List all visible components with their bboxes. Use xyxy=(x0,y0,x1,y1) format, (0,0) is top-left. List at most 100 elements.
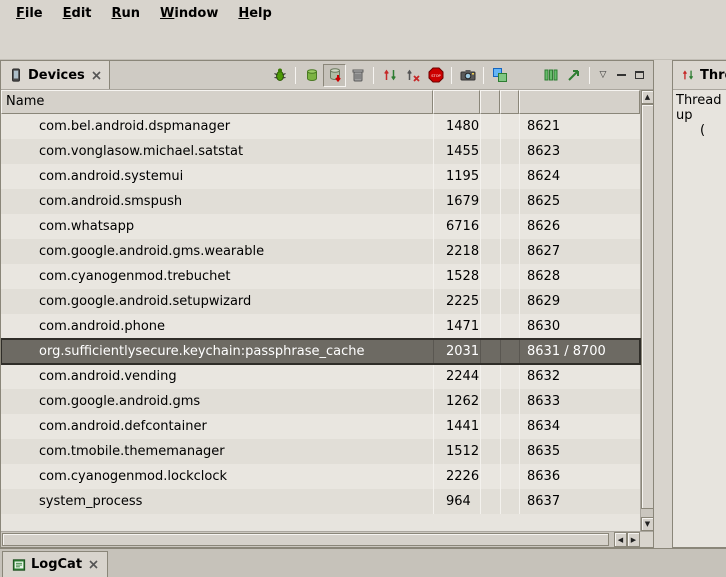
process-name: com.android.systemui xyxy=(1,164,433,189)
process-name: com.bel.android.dspmanager xyxy=(1,114,433,139)
maximize-icon[interactable] xyxy=(630,66,648,84)
menu-run[interactable]: Run xyxy=(102,3,151,24)
view-hierarchy-icon[interactable] xyxy=(488,64,511,87)
process-pid: 6716 xyxy=(433,214,480,239)
table-rows: com.bel.android.dspmanager14808621 com.v… xyxy=(1,114,640,531)
process-port: 8624 xyxy=(519,164,640,189)
table-row[interactable]: com.cyanogenmod.lockclock222658636 xyxy=(1,464,640,489)
cell-spacer xyxy=(480,214,500,239)
table-row[interactable]: com.google.android.gms126238633 xyxy=(1,389,640,414)
cell-spacer xyxy=(500,239,519,264)
column-header-spacer[interactable] xyxy=(480,90,500,114)
tab-devices[interactable]: Devices xyxy=(1,61,110,89)
cell-spacer xyxy=(480,439,500,464)
table-row[interactable]: com.google.android.gms.wearable221858627 xyxy=(1,239,640,264)
tab-threads-label: Threads xyxy=(700,68,726,83)
column-header-name[interactable]: Name xyxy=(1,90,433,114)
threads-body: Thread up ( xyxy=(673,90,726,547)
table-row[interactable]: com.google.android.setupwizard222508629 xyxy=(1,289,640,314)
cell-spacer xyxy=(480,164,500,189)
vertical-scrollbar-thumb[interactable] xyxy=(641,104,653,509)
process-pid: 964 xyxy=(433,489,480,514)
cell-spacer xyxy=(480,264,500,289)
scrollbar-corner xyxy=(640,532,653,547)
table-row[interactable]: system_process9648637 xyxy=(1,489,640,514)
dump-hprof-icon[interactable] xyxy=(323,64,346,87)
process-port: 8632 xyxy=(519,364,640,389)
panel-splitter[interactable] xyxy=(654,60,672,548)
scroll-down-icon[interactable]: ▼ xyxy=(641,517,653,531)
process-pid: 1471 xyxy=(433,314,480,339)
devices-toolbar: STOP xyxy=(268,61,653,89)
tab-threads[interactable]: Threads xyxy=(673,61,726,89)
horizontal-scrollbar-track[interactable] xyxy=(1,532,614,547)
table-row[interactable]: com.android.defcontainer144118634 xyxy=(1,414,640,439)
maximize-glyph xyxy=(635,71,644,79)
process-name: com.cyanogenmod.trebuchet xyxy=(1,264,433,289)
bottom-tab-strip: LogCat xyxy=(0,548,726,577)
logcat-icon xyxy=(12,558,26,572)
column-header-spacer[interactable] xyxy=(500,90,519,114)
cause-gc-icon[interactable] xyxy=(346,64,369,87)
process-port: 8635 xyxy=(519,439,640,464)
debug-icon[interactable] xyxy=(268,64,291,87)
column-header-port[interactable] xyxy=(519,90,640,114)
table-row-selected[interactable]: org.sufficientlysecure.keychain:passphra… xyxy=(1,339,640,364)
menu-help[interactable]: Help xyxy=(228,3,281,24)
process-pid: 22265 xyxy=(433,464,480,489)
table-row[interactable]: com.android.smspush16798625 xyxy=(1,189,640,214)
cell-spacer xyxy=(480,114,500,139)
stop-process-icon[interactable]: STOP xyxy=(424,64,447,87)
vertical-scrollbar[interactable]: ▲ ▼ xyxy=(640,90,653,531)
horizontal-scrollbar-thumb[interactable] xyxy=(2,533,609,546)
menu-window[interactable]: Window xyxy=(150,3,228,24)
menu-edit[interactable]: Edit xyxy=(53,3,102,24)
scroll-up-icon[interactable]: ▲ xyxy=(641,90,653,104)
svg-text:STOP: STOP xyxy=(431,74,441,78)
update-heap-icon[interactable] xyxy=(300,64,323,87)
cell-spacer xyxy=(500,464,519,489)
table-row[interactable]: com.tmobile.thememanager15128635 xyxy=(1,439,640,464)
cell-spacer xyxy=(480,364,500,389)
refresh-threads-icon[interactable] xyxy=(401,64,424,87)
process-pid: 14411 xyxy=(433,414,480,439)
screen-capture-icon[interactable] xyxy=(456,64,479,87)
process-pid: 12623 xyxy=(433,389,480,414)
table-row[interactable]: com.whatsapp67168626 xyxy=(1,214,640,239)
tab-logcat[interactable]: LogCat xyxy=(2,551,108,577)
cell-spacer xyxy=(500,339,519,364)
horizontal-scrollbar[interactable]: ◀ ▶ xyxy=(1,531,653,547)
table-row[interactable]: com.android.systemui11958624 xyxy=(1,164,640,189)
menu-file[interactable]: File xyxy=(6,3,53,24)
update-threads-icon[interactable] xyxy=(378,64,401,87)
process-name: com.android.vending xyxy=(1,364,433,389)
minimize-icon[interactable] xyxy=(612,66,630,84)
close-icon[interactable] xyxy=(92,71,101,80)
table-row[interactable]: com.cyanogenmod.trebuchet15288628 xyxy=(1,264,640,289)
process-port: 8637 xyxy=(519,489,640,514)
column-header-pid[interactable] xyxy=(433,90,480,114)
close-icon[interactable] xyxy=(89,560,98,569)
process-name: org.sufficientlysecure.keychain:passphra… xyxy=(1,339,433,364)
cell-spacer xyxy=(480,289,500,314)
view-menu-icon[interactable]: ▽ xyxy=(594,66,612,84)
cell-spacer xyxy=(500,414,519,439)
table-row[interactable]: com.android.phone14718630 xyxy=(1,314,640,339)
scroll-left-icon[interactable]: ◀ xyxy=(614,532,627,547)
cell-spacer xyxy=(480,464,500,489)
toolbar-separator xyxy=(483,67,484,84)
minimize-glyph xyxy=(617,74,626,76)
start-profiling-icon[interactable] xyxy=(539,64,562,87)
cell-spacer xyxy=(480,314,500,339)
process-pid: 22250 xyxy=(433,289,480,314)
threads-message-line2: ( xyxy=(676,123,723,138)
profiling-arrow-icon[interactable] xyxy=(562,64,585,87)
table-row[interactable]: com.vonglasow.michael.satstat145538623 xyxy=(1,139,640,164)
table-row[interactable]: com.bel.android.dspmanager14808621 xyxy=(1,114,640,139)
tab-logcat-label: LogCat xyxy=(31,557,82,572)
process-table: Name com.bel.android.dspmanager14808621 … xyxy=(1,90,653,531)
process-pid: 14553 xyxy=(433,139,480,164)
table-row[interactable]: com.android.vending224408632 xyxy=(1,364,640,389)
scroll-right-icon[interactable]: ▶ xyxy=(627,532,640,547)
cell-spacer xyxy=(480,389,500,414)
